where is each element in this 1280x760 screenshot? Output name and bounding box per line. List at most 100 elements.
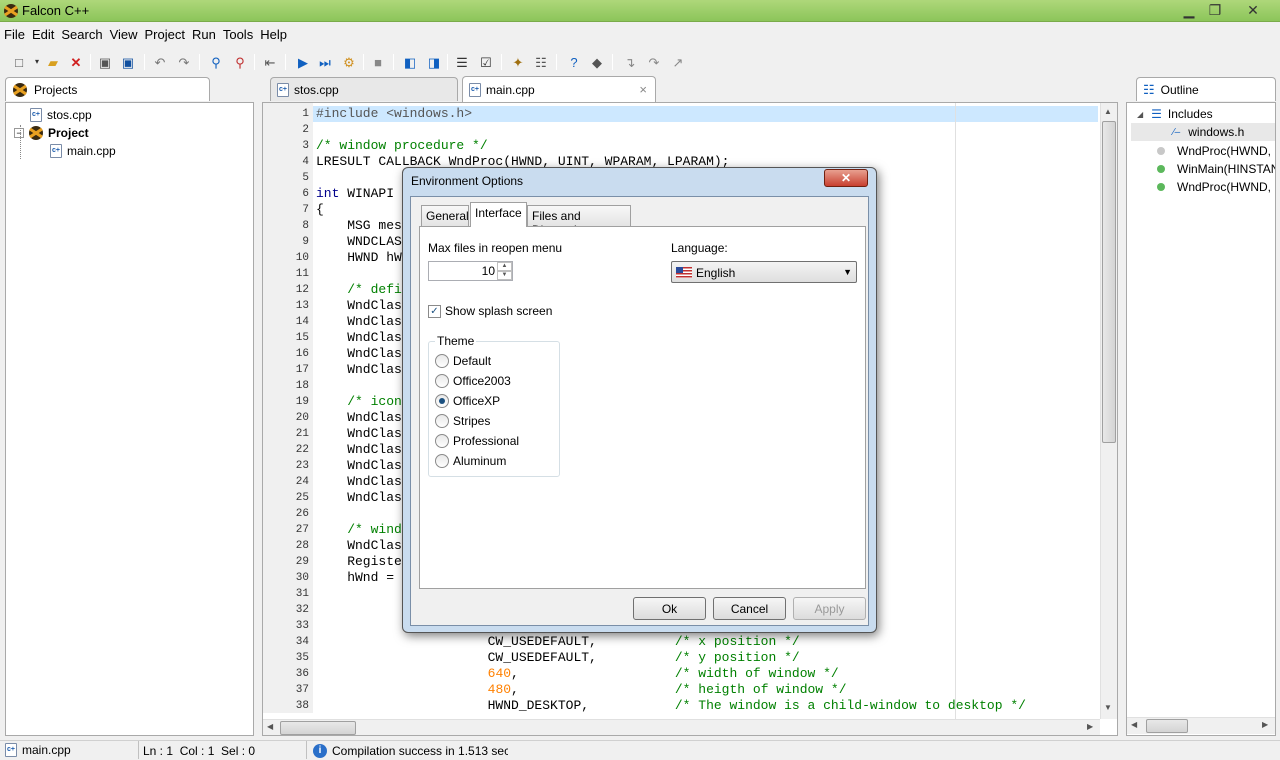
next-tab-icon[interactable]: ◨ — [425, 53, 443, 71]
outline-includes[interactable]: ◢ ☰ Includes — [1137, 105, 1213, 123]
menu-run[interactable]: Run — [188, 23, 219, 45]
save-all-icon[interactable]: ▣ — [119, 53, 137, 71]
ok-button[interactable]: Ok — [633, 597, 706, 620]
help-icon[interactable]: ? — [565, 53, 583, 71]
tab-main-cpp[interactable]: c+ main.cpp × — [462, 76, 656, 102]
menu-edit[interactable]: Edit — [28, 23, 57, 45]
close-tab-icon[interactable]: × — [639, 82, 647, 97]
menu-help[interactable]: Help — [256, 23, 290, 45]
theme-radio-officexp[interactable] — [435, 394, 449, 408]
list-icon[interactable]: ☰ — [453, 53, 471, 71]
tab-interface[interactable]: Interface — [470, 202, 527, 227]
scroll-right-icon[interactable]: ▶ — [1087, 722, 1093, 731]
theme-radio-stripes[interactable] — [435, 414, 449, 428]
line-number: 35 — [295, 652, 309, 664]
tab-outline[interactable]: ☷ Outline — [1136, 77, 1276, 101]
replace-icon[interactable]: ⚲ — [231, 53, 249, 71]
cursor-position: Ln : 1 Col : 1 Sel : 0 — [143, 744, 256, 758]
scroll-up-icon[interactable]: ▲ — [1104, 107, 1112, 116]
theme-radio-professional[interactable] — [435, 434, 449, 448]
code-token: WndClas — [316, 410, 402, 425]
max-files-spinner[interactable]: 10 ▲ ▼ — [428, 261, 513, 281]
step-into-icon[interactable]: ↴ — [621, 53, 639, 71]
outline-hscrollbar[interactable]: ◀ ▶ — [1127, 717, 1275, 734]
outline-icon: ☷ — [1143, 81, 1155, 97]
project-icon[interactable]: ✦ — [509, 53, 527, 71]
scroll-left-icon[interactable]: ◀ — [267, 722, 273, 731]
code-line: CW_USEDEFAULT, /* y position */ — [316, 650, 800, 666]
scroll-left-icon[interactable]: ◀ — [1131, 720, 1137, 729]
checklist-icon[interactable]: ☑ — [477, 53, 495, 71]
line-number: 22 — [295, 444, 309, 456]
stop-icon[interactable]: ■ — [369, 53, 387, 71]
tree-item-project[interactable]: − Project — [14, 124, 89, 142]
step-out-icon[interactable]: ↗ — [669, 53, 687, 71]
theme-radio-aluminum[interactable] — [435, 454, 449, 468]
goto-line-icon[interactable]: ⇤ — [261, 53, 279, 71]
new-file-icon[interactable]: □ — [10, 53, 28, 71]
about-icon[interactable]: ◆ — [588, 53, 606, 71]
apply-button[interactable]: Apply — [793, 597, 866, 620]
vertical-scrollbar[interactable]: ▲ ▼ — [1100, 103, 1117, 719]
tab-general[interactable]: General — [421, 205, 469, 226]
spin-down-icon[interactable]: ▼ — [497, 271, 512, 280]
build-gear-icon[interactable]: ⚙ — [340, 53, 358, 71]
code-line: WndClas — [316, 474, 402, 490]
scroll-down-icon[interactable]: ▼ — [1104, 703, 1112, 712]
menu-file[interactable]: File — [0, 23, 28, 45]
language-select[interactable]: English ▼ — [671, 261, 857, 283]
outline-winmain[interactable]: WinMain(HINSTAN — [1157, 160, 1276, 178]
outline-wndproc-decl[interactable]: WndProc(HWND, — [1157, 142, 1275, 160]
outline-wndproc-def[interactable]: WndProc(HWND, — [1157, 178, 1275, 196]
menu-view[interactable]: View — [106, 23, 141, 45]
line-number: 8 — [302, 220, 309, 232]
outline-tab-label: Outline — [1160, 82, 1199, 97]
splash-checkbox[interactable]: ✓ — [428, 304, 441, 318]
close-window-button[interactable]: ✕ — [1238, 0, 1268, 20]
redo-icon[interactable]: ↷ — [175, 53, 193, 71]
maximize-button[interactable]: ❐ — [1200, 0, 1230, 20]
splash-checkbox-row[interactable]: ✓ Show splash screen — [428, 304, 552, 318]
code-line: 640, /* width of window */ — [316, 666, 839, 682]
menu-project[interactable]: Project — [141, 23, 188, 45]
cancel-button[interactable]: Cancel — [713, 597, 786, 620]
code-line: WndClas — [316, 426, 402, 442]
undo-icon[interactable]: ↶ — [151, 53, 169, 71]
run-to-end-icon[interactable]: ⏭ — [316, 53, 334, 71]
menu-search[interactable]: Search — [57, 23, 105, 45]
line-number: 36 — [295, 668, 309, 680]
line-number-gutter: 1 2 3 4 5 6 7 8 9 10 11 12 13 14 15 16 17 18 19 20 21 22 23 24 2… — [263, 103, 313, 713]
find-icon[interactable]: ⚲ — [207, 53, 225, 71]
expand-icon[interactable]: ◢ — [1137, 110, 1143, 119]
code-line: WndClas — [316, 458, 402, 474]
outline-windows-h[interactable]: ⁄– windows.h — [1131, 123, 1275, 141]
prev-tab-icon[interactable]: ◧ — [401, 53, 419, 71]
run-icon[interactable]: ▶ — [294, 53, 312, 71]
line-number: 34 — [295, 636, 309, 648]
hscroll-thumb[interactable] — [280, 721, 356, 735]
theme-radio-default[interactable] — [435, 354, 449, 368]
scroll-thumb[interactable] — [1102, 121, 1116, 443]
theme-radio-office2003[interactable] — [435, 374, 449, 388]
open-folder-icon[interactable]: ▰ — [44, 53, 62, 71]
tab-stos-cpp[interactable]: c+ stos.cpp — [270, 77, 458, 101]
tab-files-and-directories[interactable]: Files and Directories — [527, 205, 631, 237]
dialog-close-button[interactable]: ✕ — [824, 169, 868, 187]
tree-item-main-cpp[interactable]: c+ main.cpp — [50, 142, 116, 160]
theme-label-default: Default — [453, 354, 492, 368]
close-file-icon[interactable]: ✕ — [67, 53, 85, 71]
collapse-icon[interactable]: − — [14, 128, 24, 138]
tree-item-stos-cpp[interactable]: c+ stos.cpp — [30, 106, 92, 124]
outline-item-label: WinMain(HINSTAN — [1177, 162, 1276, 176]
include-file-icon: ⁄– — [1173, 126, 1181, 138]
horizontal-scrollbar[interactable]: ◀ ▶ — [263, 719, 1100, 735]
hscroll-thumb[interactable] — [1146, 719, 1188, 733]
tab-projects[interactable]: Projects — [5, 77, 210, 101]
menu-tools[interactable]: Tools — [219, 23, 256, 45]
properties-icon[interactable]: ☷ — [532, 53, 550, 71]
chevron-down-icon: ▼ — [843, 267, 852, 277]
step-over-icon[interactable]: ↷ — [645, 53, 663, 71]
save-icon[interactable]: ▣ — [96, 53, 114, 71]
spin-up-icon[interactable]: ▲ — [497, 262, 512, 271]
scroll-right-icon[interactable]: ▶ — [1262, 720, 1268, 729]
